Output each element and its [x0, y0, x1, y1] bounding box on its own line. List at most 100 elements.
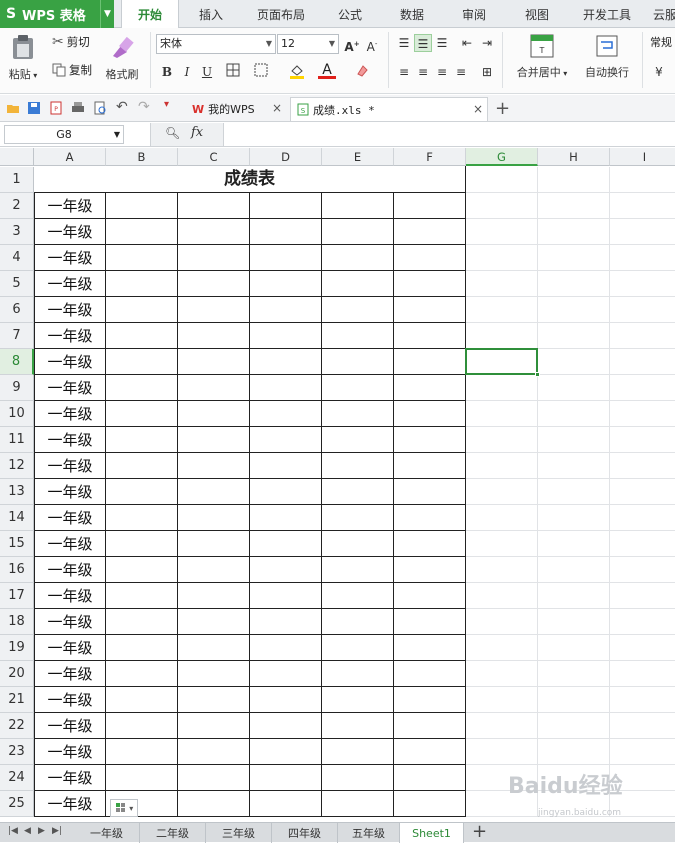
cell[interactable] [322, 375, 394, 401]
cell[interactable] [250, 635, 322, 661]
grade-cell[interactable]: 一年级 [34, 479, 106, 505]
tab-view[interactable]: 视图 [514, 0, 560, 28]
number-format-select[interactable]: 常规 [647, 34, 675, 54]
cell[interactable] [106, 635, 178, 661]
cell[interactable] [538, 375, 610, 401]
cell[interactable] [610, 349, 675, 375]
grade-cell[interactable]: 一年级 [34, 583, 106, 609]
align-bottom-icon[interactable]: ☰ [433, 34, 451, 52]
cell[interactable] [610, 375, 675, 401]
cell[interactable] [178, 583, 250, 609]
cell[interactable] [394, 349, 466, 375]
cell[interactable] [106, 245, 178, 271]
cell[interactable] [106, 687, 178, 713]
cell[interactable] [466, 661, 538, 687]
grade-cell[interactable]: 一年级 [34, 739, 106, 765]
cell[interactable] [178, 219, 250, 245]
cell[interactable] [610, 661, 675, 687]
sheet-tab-grade5[interactable]: 五年级 [338, 823, 400, 843]
paste-button[interactable]: 粘贴 ▾ [6, 34, 40, 82]
cell[interactable] [466, 219, 538, 245]
cell[interactable] [322, 687, 394, 713]
grade-cell[interactable]: 一年级 [34, 245, 106, 271]
sheet-tab-grade3[interactable]: 三年级 [206, 823, 272, 843]
underline-button[interactable]: U [198, 63, 216, 81]
tab-cloud[interactable]: 云服 [650, 0, 675, 28]
cell[interactable] [106, 219, 178, 245]
cell[interactable] [394, 453, 466, 479]
grade-cell[interactable]: 一年级 [34, 687, 106, 713]
cell[interactable] [106, 583, 178, 609]
cell[interactable] [250, 557, 322, 583]
column-header-d[interactable]: D [250, 148, 322, 166]
cell[interactable] [178, 791, 250, 817]
cell[interactable] [394, 791, 466, 817]
grade-cell[interactable]: 一年级 [34, 297, 106, 323]
row-header-3[interactable]: 3 [0, 219, 34, 245]
cell[interactable] [610, 219, 675, 245]
grade-cell[interactable]: 一年级 [34, 401, 106, 427]
sheet-tab-sheet1[interactable]: Sheet1 [400, 823, 464, 843]
cell[interactable] [394, 297, 466, 323]
cell[interactable] [394, 427, 466, 453]
cell[interactable] [250, 323, 322, 349]
column-header-f[interactable]: F [394, 148, 466, 166]
cell[interactable] [610, 713, 675, 739]
cell[interactable] [178, 323, 250, 349]
cell[interactable] [250, 531, 322, 557]
row-header-9[interactable]: 9 [0, 375, 34, 401]
cell[interactable] [178, 271, 250, 297]
sheet-title-cell[interactable]: 成绩表 [34, 166, 466, 193]
row-header-5[interactable]: 5 [0, 271, 34, 297]
export-pdf-icon[interactable]: P [49, 101, 63, 115]
last-sheet-icon[interactable]: ▶| [52, 826, 62, 836]
cell[interactable] [538, 167, 610, 193]
customize-qat-icon[interactable]: ▾ [164, 99, 178, 113]
cell[interactable] [538, 609, 610, 635]
copy-button[interactable]: 复制 [52, 62, 92, 78]
tab-developer[interactable]: 开发工具 [576, 0, 638, 28]
cell[interactable] [394, 323, 466, 349]
cell[interactable] [394, 583, 466, 609]
cell[interactable] [250, 583, 322, 609]
cell[interactable] [610, 635, 675, 661]
cell[interactable] [610, 323, 675, 349]
cell[interactable] [394, 401, 466, 427]
cell[interactable] [322, 583, 394, 609]
row-header-1[interactable]: 1 [0, 167, 34, 193]
tab-data[interactable]: 数据 [389, 0, 435, 28]
italic-button[interactable]: I [178, 63, 196, 81]
cell[interactable] [466, 167, 538, 193]
cell[interactable] [538, 245, 610, 271]
cell[interactable] [610, 193, 675, 219]
cell[interactable] [610, 245, 675, 271]
doc-tab-grades[interactable]: S 成绩.xls * × [290, 97, 488, 121]
cell[interactable] [106, 323, 178, 349]
row-header-10[interactable]: 10 [0, 401, 34, 427]
select-all-corner[interactable] [0, 148, 34, 166]
cell[interactable] [466, 505, 538, 531]
cell[interactable] [466, 713, 538, 739]
cell[interactable] [322, 427, 394, 453]
cell[interactable] [538, 323, 610, 349]
chevron-down-icon[interactable]: ▼ [100, 0, 114, 28]
grade-cell[interactable]: 一年级 [34, 271, 106, 297]
doc-tab-my-wps[interactable]: W 我的WPS × [186, 97, 286, 121]
cell[interactable] [250, 687, 322, 713]
cell[interactable] [250, 739, 322, 765]
cell[interactable] [394, 609, 466, 635]
cell[interactable] [322, 505, 394, 531]
font-color-icon[interactable]: A [318, 61, 336, 79]
cell[interactable] [250, 609, 322, 635]
cell[interactable] [322, 219, 394, 245]
bold-button[interactable]: B [158, 63, 176, 81]
tab-insert[interactable]: 插入 [186, 0, 236, 28]
row-header-7[interactable]: 7 [0, 323, 34, 349]
worksheet-grid[interactable]: A B C D E F G H I 1 成绩表 2 一年级 3 一年级 4 一年级 5 一年级 6 一年级 7 一年级 8 一年… [0, 148, 675, 822]
grade-cell[interactable]: 一年级 [34, 635, 106, 661]
row-header-4[interactable]: 4 [0, 245, 34, 271]
cell[interactable] [178, 401, 250, 427]
grade-cell[interactable]: 一年级 [34, 219, 106, 245]
cell[interactable] [610, 479, 675, 505]
cell[interactable] [394, 505, 466, 531]
